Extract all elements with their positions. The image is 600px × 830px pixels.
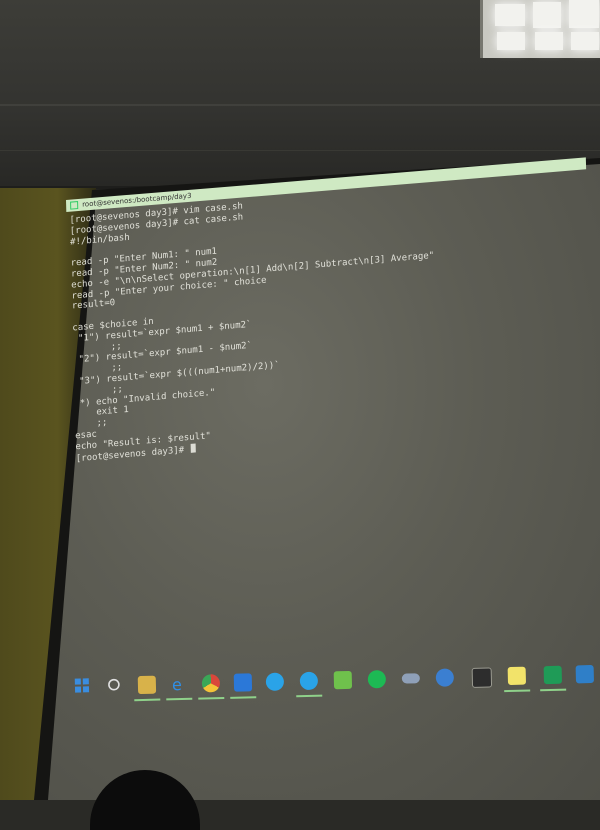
edge-icon[interactable]: e bbox=[170, 675, 188, 694]
start-icon[interactable] bbox=[74, 677, 92, 695]
sticky-notes-icon[interactable] bbox=[507, 666, 527, 686]
file-explorer-icon[interactable] bbox=[137, 675, 157, 695]
terminal-icon[interactable] bbox=[471, 667, 493, 688]
skype-icon[interactable] bbox=[265, 672, 285, 691]
cloud-app-icon[interactable] bbox=[401, 673, 420, 684]
outlook-icon[interactable] bbox=[233, 673, 253, 692]
svg-text:e: e bbox=[172, 675, 182, 693]
terminal-window[interactable]: root@sevenos:/bootcamp/day3 [root@seveno… bbox=[66, 157, 593, 485]
ceiling-panel-seam bbox=[0, 150, 600, 151]
spotify-icon[interactable] bbox=[367, 670, 387, 689]
excel-icon[interactable] bbox=[543, 665, 563, 685]
skype-business-icon[interactable] bbox=[299, 671, 319, 691]
terminal-app-icon bbox=[70, 201, 79, 210]
terminal-cursor bbox=[190, 442, 196, 453]
chrome-icon[interactable] bbox=[201, 674, 221, 693]
terminal-output[interactable]: [root@sevenos day3]# vim case.sh [root@s… bbox=[66, 169, 592, 464]
ceiling-light bbox=[480, 0, 600, 58]
lock-app-icon[interactable] bbox=[435, 668, 455, 687]
search-icon[interactable] bbox=[106, 676, 124, 694]
network-app-icon[interactable] bbox=[575, 664, 595, 684]
notepad-plus-icon[interactable] bbox=[333, 670, 353, 690]
ceiling-panel-seam bbox=[0, 104, 600, 106]
